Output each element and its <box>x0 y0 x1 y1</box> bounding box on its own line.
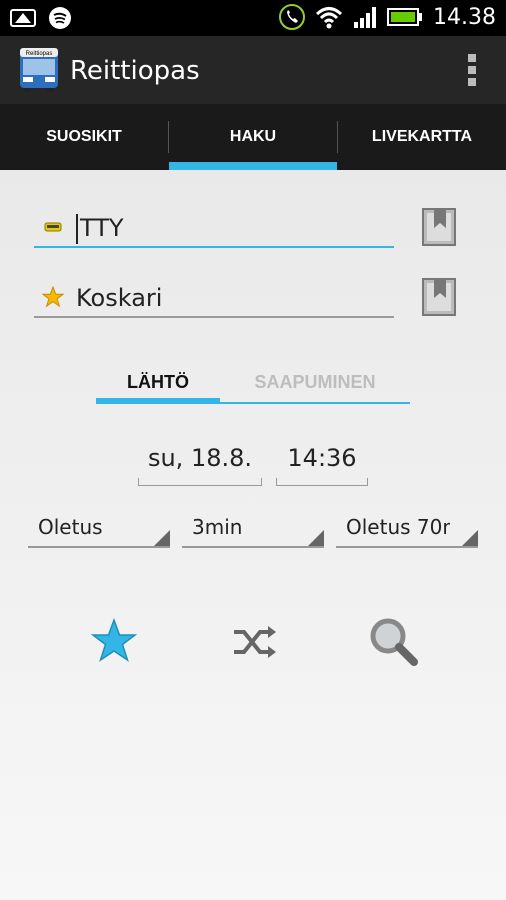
date-value: su, 18.8. <box>147 444 253 472</box>
app-title: Reittiopas <box>70 56 200 86</box>
bookmark-icon[interactable] <box>422 208 456 246</box>
battery-icon <box>387 8 423 26</box>
from-field[interactable]: TTY <box>34 208 394 248</box>
from-underline <box>34 246 394 248</box>
dropdown-arrow-icon <box>154 530 170 546</box>
date-picker[interactable]: su, 18.8. <box>138 434 262 486</box>
spotify-icon <box>49 7 71 29</box>
dropdown-arrow-icon <box>308 530 324 546</box>
spinner-underline <box>336 546 478 548</box>
overflow-dot <box>468 66 476 74</box>
time-mode-selector: LÄHTÖ SAAPUMINEN <box>96 360 410 404</box>
signal-icon <box>354 7 377 28</box>
tab-search[interactable]: HAKU <box>169 104 337 170</box>
overflow-dot <box>468 78 476 86</box>
spinner-underline <box>28 546 170 548</box>
notification-icon <box>10 9 36 27</box>
action-bar: Reittiopas Reittiopas <box>0 36 506 104</box>
text-cursor <box>76 214 78 244</box>
bus-app-icon[interactable]: Reittiopas <box>16 46 62 92</box>
overflow-menu-icon[interactable] <box>468 54 476 86</box>
to-underline <box>34 316 394 318</box>
walk-speed-value: Oletus 70m <box>346 515 450 539</box>
route-type-spinner[interactable]: Oletus <box>28 512 170 548</box>
from-input[interactable]: TTY <box>80 214 124 242</box>
star-icon <box>42 286 64 308</box>
time-underline-tick <box>276 478 277 486</box>
time-underline-tick <box>367 478 368 486</box>
main-tabs: SUOSIKIT HAKU LIVEKARTTA <box>0 104 506 170</box>
date-underline <box>138 485 262 486</box>
bus-icon <box>44 222 62 232</box>
overflow-dot <box>468 54 476 62</box>
call-icon <box>279 4 306 30</box>
shuffle-icon[interactable] <box>226 614 282 670</box>
to-field[interactable]: Koskari <box>34 278 394 318</box>
arrival-tab[interactable]: SAAPUMINEN <box>220 360 410 404</box>
wifi-icon <box>316 7 343 29</box>
walk-speed-spinner[interactable]: Oletus 70m <box>336 512 478 548</box>
search-form: TTY Koskari LÄHTÖ SAAPUMINEN su, 18.8. 1… <box>0 170 506 900</box>
selected-indicator <box>96 398 220 404</box>
to-input[interactable]: Koskari <box>76 284 162 312</box>
spinner-underline <box>182 546 324 548</box>
time-value: 14:36 <box>287 444 357 472</box>
clock: 14.38 <box>433 4 496 30</box>
time-underline <box>276 485 368 486</box>
time-picker[interactable]: 14:36 <box>276 434 368 486</box>
date-underline-tick <box>138 478 139 486</box>
date-underline-tick <box>261 478 262 486</box>
star-icon[interactable] <box>86 614 142 670</box>
tab-favorites[interactable]: SUOSIKIT <box>0 104 168 170</box>
change-margin-spinner[interactable]: 3min <box>182 512 324 548</box>
status-bar: 14.38 <box>0 0 506 36</box>
route-type-value: Oletus <box>38 515 103 539</box>
change-margin-value: 3min <box>192 515 243 539</box>
bookmark-icon[interactable] <box>422 278 456 316</box>
tab-live-map[interactable]: LIVEKARTTA <box>338 104 506 170</box>
indicator-line <box>220 402 410 404</box>
dropdown-arrow-icon <box>462 530 478 546</box>
search-icon[interactable] <box>366 614 422 670</box>
app-icon-label: Reittiopas <box>26 51 53 57</box>
